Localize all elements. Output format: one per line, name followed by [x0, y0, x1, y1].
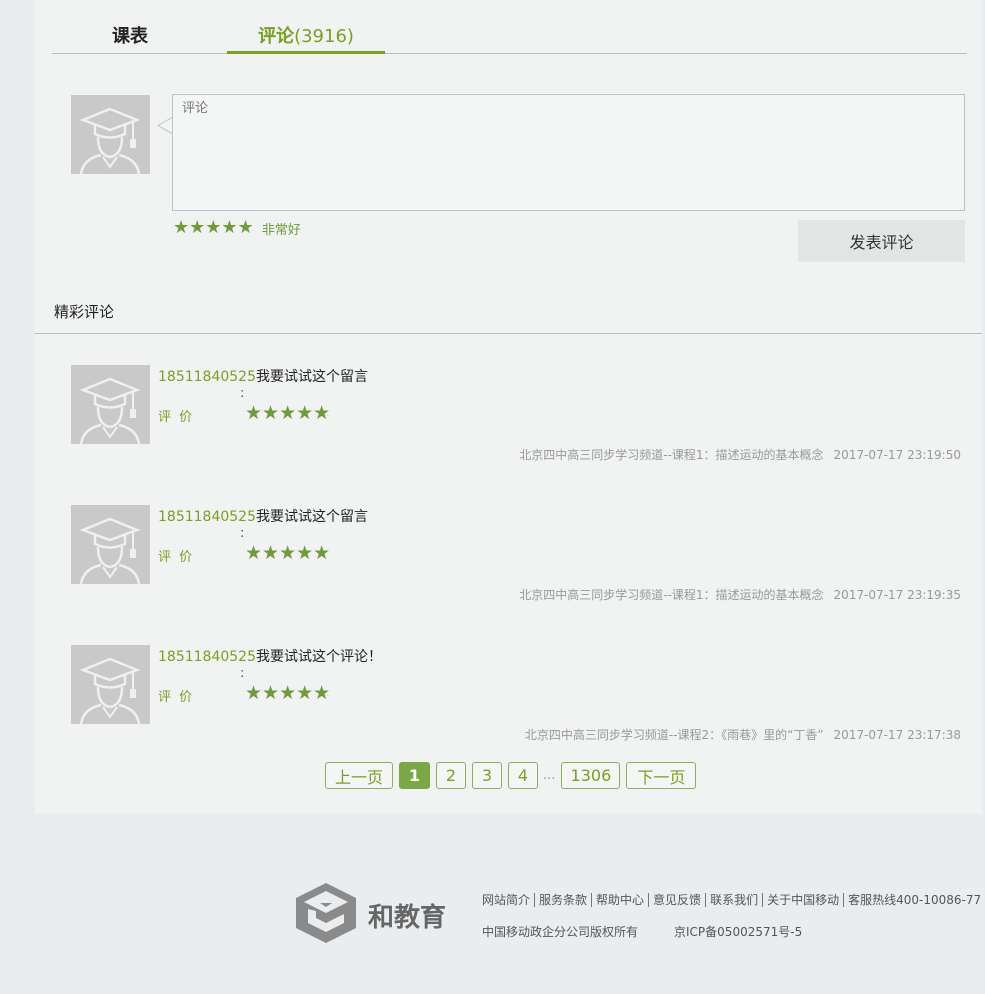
comment-time: 2017-07-17 23:19:35 [833, 588, 961, 602]
star-rating: ★★★★★ [245, 682, 331, 704]
comment-rating-stars: ★★★★★ [245, 543, 330, 563]
rating-text: 非常好 [261, 222, 301, 238]
comment-rating-label: 评 价 [158, 690, 195, 705]
comment-colon: : [240, 386, 245, 401]
graduate-avatar-icon [71, 645, 150, 724]
page-ellipsis: ... [543, 768, 556, 783]
comment-rating-stars: ★★★★★ [245, 403, 330, 423]
star-rating: ★★★★★ [245, 402, 331, 424]
comment-time: 2017-07-17 23:17:38 [833, 728, 961, 742]
comment-text: 我要试试这个留言 [255, 369, 368, 385]
comment-rating-label: 评 价 [158, 550, 195, 565]
footer-copyright: 中国移动政企分公司版权所有 京ICP备05002571号-5 [482, 923, 802, 940]
comment-rating-label: 评 价 [158, 410, 195, 425]
comment-user[interactable]: 18511840525 [158, 369, 256, 385]
comment-text: 我要试试这个评论！ [255, 649, 382, 665]
page-button-current[interactable]: 1 [399, 762, 430, 789]
footer-links: 网站简介 服务条款 帮助中心 意见反馈 联系我们 关于中国移动 客服热线400-… [482, 893, 985, 907]
comment-meta: 北京四中高三同步学习频道--课程2：《雨巷》里的“丁香” 2017-07-17 2… [525, 726, 961, 743]
page-button[interactable]: 2 [436, 762, 466, 789]
comment-header: 18511840525我要试试这个留言 [158, 366, 368, 386]
footer-link-contact[interactable]: 联系我们 [706, 893, 764, 907]
comment-header: 18511840525我要试试这个评论！ [158, 646, 382, 666]
comment-meta: 北京四中高三同步学习频道--课程1：描述运动的基本概念 2017-07-17 23… [519, 446, 961, 463]
prev-page-button[interactable]: 上一页 [325, 762, 393, 789]
copyright-text: 中国移动政企分公司版权所有 [482, 925, 639, 939]
comment-item: 18511840525我要试试这个评论！ : 评 价 ★★★★★ 北京四中高三同… [71, 645, 967, 755]
tab-comments-label: 评论 [258, 26, 295, 47]
post-comment-button[interactable]: 发表评论 [798, 220, 965, 262]
tab-comments[interactable]: 评论(3916) [227, 22, 385, 54]
last-page-button[interactable]: 1306 [561, 762, 621, 789]
footer-link-help[interactable]: 帮助中心 [592, 893, 650, 907]
he-education-logo-icon [296, 883, 356, 943]
rating-picker[interactable]: ★★★★★ 非常好 [173, 218, 301, 238]
divider [35, 333, 982, 334]
footer-link-terms[interactable]: 服务条款 [535, 893, 593, 907]
rating-stars[interactable]: ★★★★★ [173, 218, 254, 238]
graduate-avatar-icon [71, 365, 150, 444]
comment-course[interactable]: 北京四中高三同步学习频道--课程1：描述运动的基本概念 [519, 588, 823, 602]
pagination: 上一页 1 2 3 4 ... 1306 下一页 [325, 762, 702, 789]
footer-link-about[interactable]: 网站简介 [482, 893, 536, 907]
comment-text: 我要试试这个留言 [255, 509, 368, 525]
comment-colon: : [240, 666, 245, 681]
featured-comments-title: 精彩评论 [54, 303, 115, 321]
tab-schedule[interactable]: 课表 [90, 22, 170, 53]
comment-time: 2017-07-17 23:19:50 [833, 448, 961, 462]
graduate-avatar-icon [71, 505, 150, 584]
footer-link-feedback[interactable]: 意见反馈 [649, 893, 707, 907]
comment-meta: 北京四中高三同步学习频道--课程1：描述运动的基本概念 2017-07-17 23… [519, 586, 961, 603]
comment-item: 18511840525我要试试这个留言 : 评 价 ★★★★★ 北京四中高三同步… [71, 505, 967, 615]
tab-bar: 课表 评论(3916) [52, 0, 967, 54]
comment-rating-stars: ★★★★★ [245, 683, 330, 703]
tab-comments-count: (3916) [294, 26, 354, 47]
footer-brand: 和教育 [368, 903, 447, 933]
graduate-avatar-icon [71, 95, 150, 174]
next-page-button[interactable]: 下一页 [626, 762, 697, 789]
comment-input[interactable] [172, 94, 965, 211]
star-rating: ★★★★★ [245, 542, 331, 564]
course-panel: 课表 评论(3916) ★★★★★ 非常好 发表评论 精彩评论 [35, 0, 982, 814]
comment-user[interactable]: 18511840525 [158, 509, 256, 525]
comment-course[interactable]: 北京四中高三同步学习频道--课程1：描述运动的基本概念 [519, 448, 823, 462]
comment-item: 18511840525我要试试这个留言 : 评 价 ★★★★★ 北京四中高三同步… [71, 365, 967, 475]
page-button[interactable]: 3 [472, 762, 502, 789]
comment-header: 18511840525我要试试这个留言 [158, 506, 368, 526]
comment-user[interactable]: 18511840525 [158, 649, 256, 665]
comment-course[interactable]: 北京四中高三同步学习频道--课程2：《雨巷》里的“丁香” [525, 728, 824, 742]
footer-link-china-mobile[interactable]: 关于中国移动 [763, 893, 845, 907]
icp-number[interactable]: 京ICP备05002571号-5 [674, 925, 802, 939]
page-button[interactable]: 4 [508, 762, 538, 789]
comment-colon: : [240, 526, 245, 541]
footer-hotline: 客服热线400-10086-77 [844, 893, 985, 907]
